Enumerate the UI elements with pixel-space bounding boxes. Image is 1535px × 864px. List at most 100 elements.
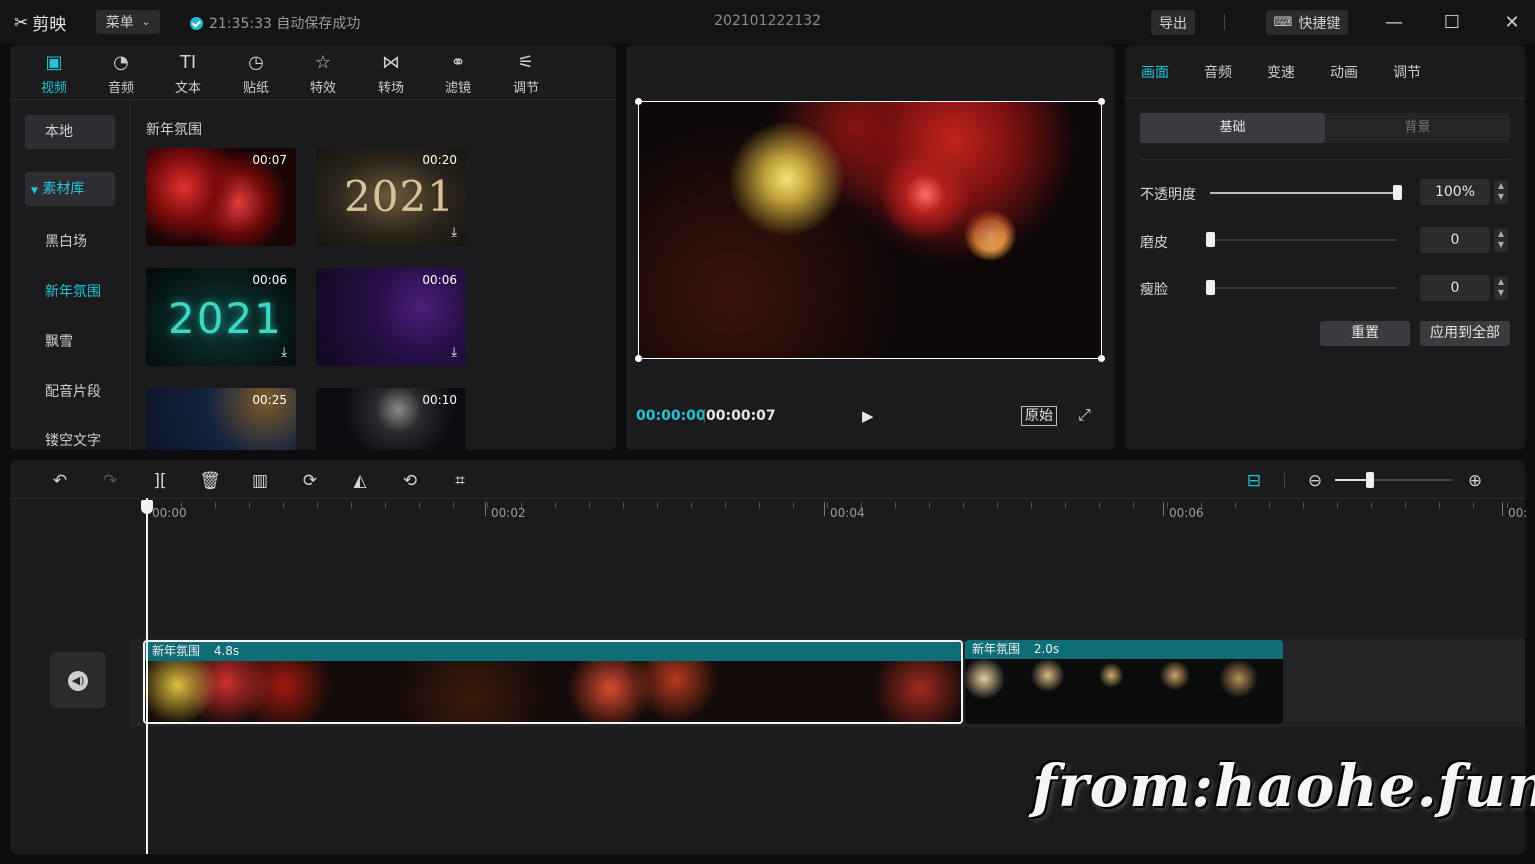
library-label: 素材库 — [42, 181, 85, 197]
tab-sticker[interactable]: ◷ 贴纸 — [226, 51, 286, 96]
ruler-tick — [351, 502, 352, 508]
opacity-value[interactable]: 100% — [1420, 179, 1490, 205]
tab-text[interactable]: TI 文本 — [158, 51, 218, 96]
export-button[interactable]: 导出 — [1151, 10, 1195, 35]
sidebar-item-local[interactable]: 本地 — [25, 115, 115, 149]
timeline-clip[interactable]: 新年氛围 2.0s — [965, 640, 1283, 724]
sidebar-item-voiceover[interactable]: 配音片段 — [25, 375, 115, 409]
tab-video[interactable]: ▣ 视频 — [24, 51, 84, 96]
sidebar-item-snow[interactable]: 飘雪 — [25, 325, 115, 359]
thin-face-stepper[interactable]: ▲ ▼ — [1494, 276, 1508, 300]
ruler-tick — [521, 502, 522, 508]
opacity-stepper[interactable]: ▲ ▼ — [1494, 180, 1508, 204]
resize-handle[interactable] — [635, 355, 642, 362]
thin-face-slider-handle[interactable] — [1206, 280, 1215, 295]
clip-header: 新年氛围 2.0s — [965, 640, 1283, 659]
resize-handle[interactable] — [1098, 98, 1105, 105]
media-thumbnail[interactable]: 00:25 — [146, 388, 296, 450]
tab-label: 音频 — [107, 81, 134, 96]
download-icon[interactable]: ⤓ — [281, 345, 287, 360]
mirror-icon[interactable]: ◭ — [347, 468, 373, 494]
media-thumbnail[interactable]: 2021 00:20 ⤓ — [316, 148, 466, 246]
media-tabs: ▣ 视频 ◔ 音频 TI 文本 ◷ 贴纸 ☆ 特效 ⋈ 转场 ⚭ 滤镜 ⚟ 调节 — [10, 45, 616, 100]
playhead[interactable] — [146, 498, 148, 854]
tab-picture[interactable]: 画面 — [1141, 62, 1169, 82]
thin-face-slider[interactable] — [1210, 287, 1397, 289]
media-panel: ▣ 视频 ◔ 音频 TI 文本 ◷ 贴纸 ☆ 特效 ⋈ 转场 ⚭ 滤镜 ⚟ 调节 — [10, 45, 616, 450]
segment-background[interactable]: 背景 — [1325, 113, 1510, 143]
text-icon: TI — [179, 52, 197, 73]
timeline-clip[interactable]: 新年氛围 4.8s — [143, 640, 963, 724]
segment-basic[interactable]: 基础 — [1140, 113, 1325, 143]
play-icon[interactable]: ▶ — [862, 407, 882, 427]
tab-audio[interactable]: ◔ 音频 — [91, 51, 151, 96]
smooth-skin-slider-handle[interactable] — [1206, 232, 1215, 247]
crop-icon[interactable]: ⌗ — [447, 468, 473, 494]
tab-label: 滤镜 — [444, 81, 471, 96]
ruler-tick — [555, 502, 556, 508]
media-thumbnail[interactable]: 2021 00:06 ⤓ — [146, 268, 296, 366]
smooth-skin-stepper[interactable]: ▲ ▼ — [1494, 228, 1508, 252]
delete-icon[interactable]: 🗑 — [197, 468, 223, 494]
title-bar: ✂ 剪映 菜单 ⌄ 21:35:33 自动保存成功 202101222132 导… — [0, 0, 1535, 44]
fullscreen-icon[interactable]: ⤢ — [1078, 405, 1091, 425]
undo-icon[interactable]: ↶ — [47, 468, 73, 494]
tab-transition[interactable]: ⋈ 转场 — [361, 51, 421, 96]
ruler-tick — [1099, 502, 1100, 508]
sidebar-item-black-white[interactable]: 黑白场 — [25, 225, 115, 259]
thin-face-value[interactable]: 0 — [1420, 275, 1490, 301]
smooth-skin-slider[interactable] — [1210, 239, 1397, 241]
snap-icon[interactable]: ⊟ — [1241, 468, 1267, 494]
zoom-out-icon[interactable]: ⊖ — [1302, 468, 1328, 494]
opacity-slider-handle[interactable] — [1393, 185, 1402, 200]
thumbnail-duration: 00:10 — [422, 393, 457, 407]
sidebar-item-library[interactable]: ▼ 素材库 — [25, 172, 115, 206]
tab-adjust[interactable]: ⚟ 调节 — [496, 51, 556, 96]
tab-filter[interactable]: ⚭ 滤镜 — [428, 51, 488, 96]
sidebar-item-new-year[interactable]: 新年氛围 — [25, 275, 115, 309]
ruler-label: 00:04 — [830, 506, 865, 520]
apply-to-all-button[interactable]: 应用到全部 — [1420, 321, 1510, 346]
zoom-slider-handle[interactable] — [1366, 472, 1375, 488]
split-icon[interactable]: ][ — [147, 468, 173, 494]
reset-button[interactable]: 重置 — [1320, 321, 1410, 346]
ruler-tick — [1167, 502, 1168, 508]
tab-audio-props[interactable]: 音频 — [1204, 62, 1232, 82]
sidebar-item-hollow-text[interactable]: 镂空文字 — [25, 424, 115, 450]
time-ruler[interactable]: 00:00 00:02 00:04 00:06 00: — [10, 498, 1528, 529]
minimize-icon[interactable]: — — [1380, 8, 1408, 36]
resize-handle[interactable] — [635, 98, 642, 105]
resize-handle[interactable] — [1098, 355, 1105, 362]
playhead-handle[interactable] — [141, 500, 153, 514]
tab-adjust-props[interactable]: 调节 — [1393, 62, 1421, 82]
freeze-frame-icon[interactable]: ▥ — [247, 468, 273, 494]
redo-icon[interactable]: ↷ — [97, 468, 123, 494]
close-icon[interactable]: ✕ — [1498, 8, 1526, 36]
tab-animation[interactable]: 动画 — [1330, 62, 1358, 82]
ruler-tick — [725, 502, 726, 508]
media-thumbnail[interactable]: 00:10 — [316, 388, 466, 450]
maximize-icon[interactable]: ☐ — [1438, 8, 1466, 36]
ruler-tick — [589, 502, 590, 508]
media-thumbnail[interactable]: 00:07 — [146, 148, 296, 246]
zoom-in-icon[interactable]: ⊕ — [1462, 468, 1488, 494]
smooth-skin-value[interactable]: 0 — [1420, 227, 1490, 253]
media-thumbnail[interactable]: 00:06 ⤓ — [316, 268, 466, 366]
ruler-label: 00: — [1508, 506, 1528, 520]
reverse-icon[interactable]: ⟳ — [297, 468, 323, 494]
thumbnail-overlay-text: 2021 — [168, 294, 283, 343]
preview-video[interactable] — [635, 98, 1105, 362]
download-icon[interactable]: ⤓ — [451, 225, 457, 240]
opacity-slider[interactable] — [1210, 192, 1397, 194]
aspect-ratio-button[interactable]: 原始 — [1021, 406, 1057, 426]
ruler-tick — [1371, 502, 1372, 508]
rotate-icon[interactable]: ⟲ — [397, 468, 423, 494]
total-timecode: 00:00:07 — [706, 408, 776, 424]
tab-speed[interactable]: 变速 — [1267, 62, 1295, 82]
zoom-slider-fill — [1335, 479, 1371, 481]
clip-filmstrip — [145, 661, 961, 722]
tab-effects[interactable]: ☆ 特效 — [293, 51, 353, 96]
download-icon[interactable]: ⤓ — [451, 345, 457, 360]
shortcuts-button[interactable]: ⌨ 快捷键 — [1266, 10, 1348, 35]
preview-panel: 00:00:00 | 00:00:07 ▶ 原始 ⤢ — [626, 45, 1115, 450]
